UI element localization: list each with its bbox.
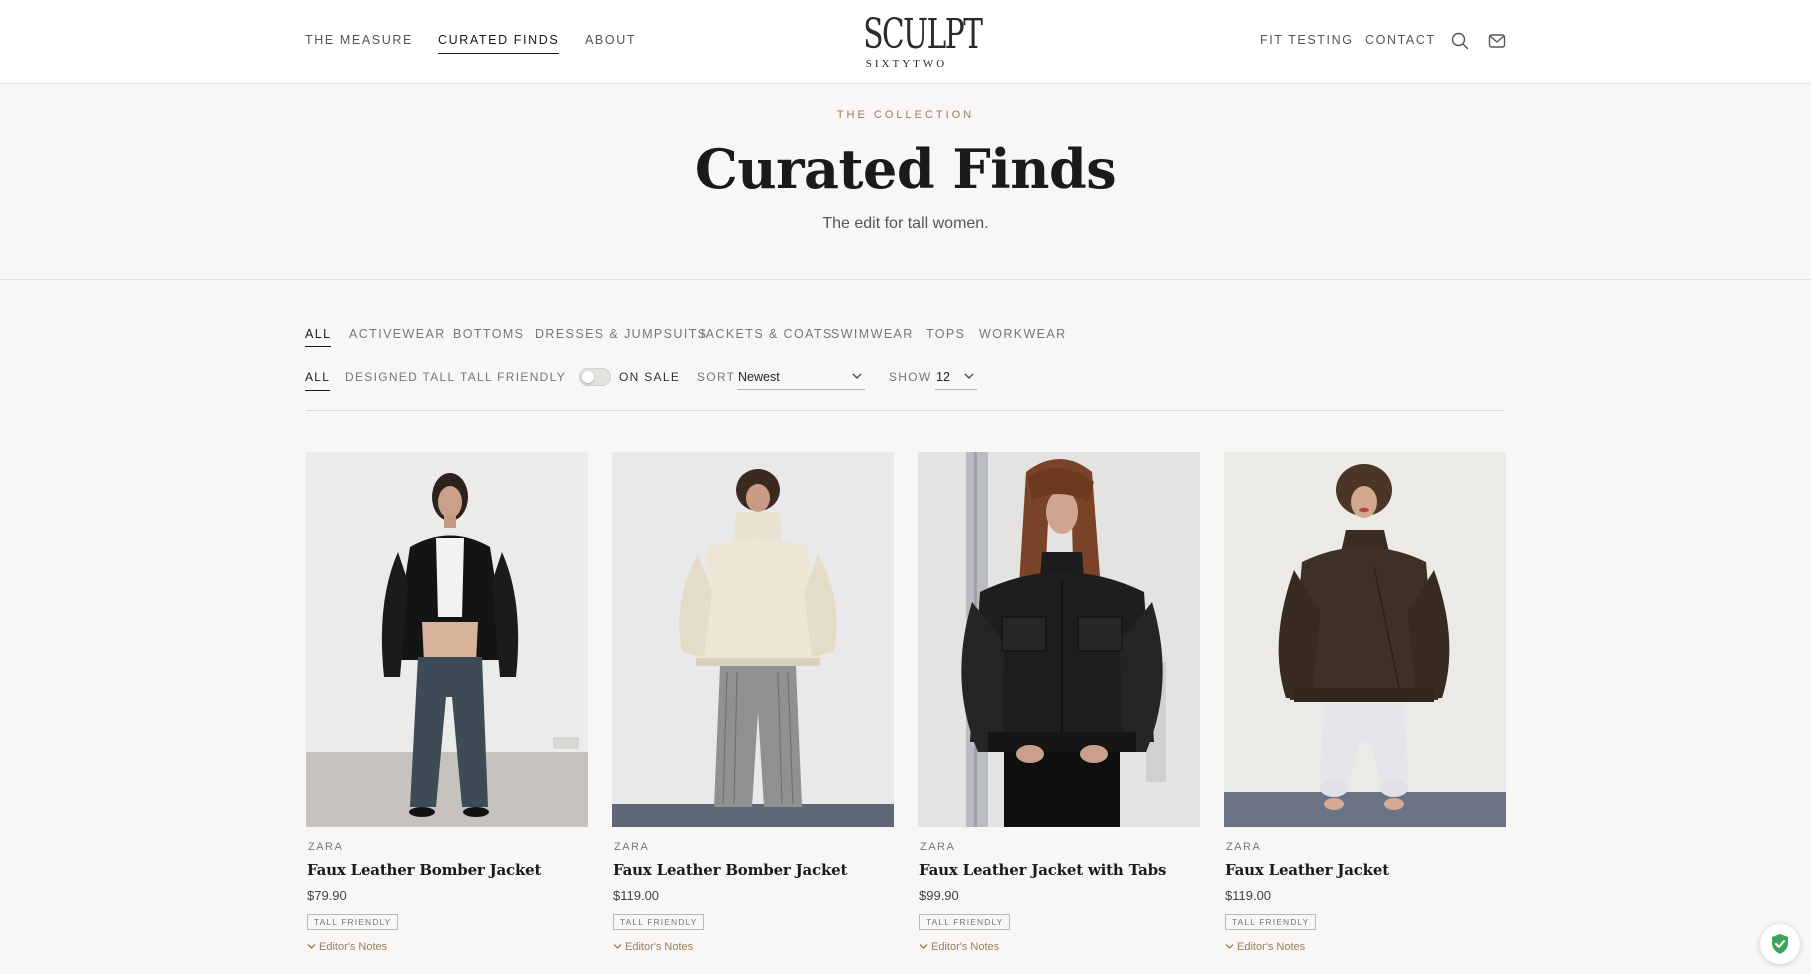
chevron-down-icon [964, 373, 974, 379]
product-name[interactable]: Faux Leather Bomber Jacket [613, 861, 847, 879]
editors-notes-toggle[interactable]: Editor's Notes [613, 941, 693, 953]
show-select[interactable]: 12 [935, 368, 977, 390]
fit-badge: TALL FRIENDLY [307, 914, 399, 930]
sort-select[interactable]: Newest [737, 368, 865, 390]
tab-workwear[interactable]: WORKWEAR [979, 327, 1067, 341]
tab-dresses-jumpsuits[interactable]: DRESSES & JUMPSUITS [535, 327, 707, 341]
sort-label: SORT [697, 370, 736, 384]
tab-activewear[interactable]: ACTIVEWEAR [349, 327, 446, 341]
editors-notes-label: Editor's Notes [319, 941, 388, 953]
filter-divider [306, 410, 1505, 411]
product-name[interactable]: Faux Leather Jacket [1225, 861, 1389, 879]
page-title: Curated Finds [694, 137, 1117, 201]
on-sale-label[interactable]: ON SALE [619, 370, 680, 384]
tab-all[interactable]: ALL [305, 327, 332, 347]
product-card[interactable]: ZARA Faux Leather Jacket with Tabs $99.9… [918, 452, 1200, 962]
nav-curated-finds[interactable]: CURATED FINDS [438, 33, 560, 54]
page-subtitle: The edit for tall women. [822, 215, 989, 232]
editors-notes-toggle[interactable]: Editor's Notes [1225, 941, 1305, 953]
chevron-down-icon [613, 944, 622, 949]
editors-notes-toggle[interactable]: Editor's Notes [307, 941, 387, 953]
toggle-knob [582, 371, 594, 383]
chevron-down-icon [307, 944, 316, 949]
product-image[interactable] [306, 452, 588, 827]
tab-bottoms[interactable]: BOTTOMS [453, 327, 524, 341]
site-logo[interactable]: SCULPT SIXTYTWO [847, 10, 983, 71]
fit-filter-all[interactable]: ALL [305, 370, 331, 391]
product-name[interactable]: Faux Leather Jacket with Tabs [919, 861, 1166, 879]
fit-filter-tall-friendly[interactable]: TALL FRIENDLY [460, 370, 566, 384]
nav-contact[interactable]: CONTACT [1365, 33, 1436, 47]
tab-jackets-coats[interactable]: JACKETS & COATS [698, 327, 833, 341]
fit-badge: TALL FRIENDLY [1225, 914, 1317, 930]
mail-icon[interactable] [1487, 31, 1507, 51]
nav-fit-testing[interactable]: FIT TESTING [1260, 33, 1354, 47]
product-brand: ZARA [308, 841, 344, 853]
chevron-down-icon [852, 373, 862, 379]
product-brand: ZARA [614, 841, 650, 853]
nav-the-measure[interactable]: THE MEASURE [305, 33, 413, 47]
privacy-shield-button[interactable] [1760, 924, 1800, 964]
fit-filter-designed-tall[interactable]: DESIGNED TALL [345, 370, 456, 384]
product-name[interactable]: Faux Leather Bomber Jacket [307, 861, 541, 879]
product-price: $99.90 [919, 888, 959, 903]
product-price: $119.00 [613, 888, 660, 903]
show-value: 12 [936, 370, 950, 384]
chevron-down-icon [919, 944, 928, 949]
editors-notes-label: Editor's Notes [625, 941, 694, 953]
tab-tops[interactable]: TOPS [926, 327, 965, 341]
show-label: SHOW [889, 370, 932, 384]
editors-notes-label: Editor's Notes [1237, 941, 1306, 953]
hero-eyebrow: THE COLLECTION [836, 109, 975, 121]
product-image[interactable] [612, 452, 894, 827]
product-price: $79.90 [307, 888, 347, 903]
editors-notes-label: Editor's Notes [931, 941, 1000, 953]
tab-swimwear[interactable]: SWIMWEAR [831, 327, 914, 341]
product-card[interactable]: ZARA Faux Leather Bomber Jacket $79.90 T… [306, 452, 588, 962]
product-image[interactable] [1224, 452, 1506, 827]
product-card[interactable]: ZARA Faux Leather Bomber Jacket $119.00 … [612, 452, 894, 962]
fit-badge: TALL FRIENDLY [613, 914, 705, 930]
on-sale-toggle[interactable] [579, 368, 611, 386]
product-price: $119.00 [1225, 888, 1272, 903]
product-brand: ZARA [920, 841, 956, 853]
product-card[interactable]: ZARA Faux Leather Jacket $119.00 TALL FR… [1224, 452, 1506, 962]
editors-notes-toggle[interactable]: Editor's Notes [919, 941, 999, 953]
sort-value: Newest [738, 370, 780, 384]
fit-badge: TALL FRIENDLY [919, 914, 1011, 930]
chevron-down-icon [1225, 944, 1234, 949]
product-image[interactable] [918, 452, 1200, 827]
hero-divider [0, 279, 1811, 280]
shield-check-icon [1772, 934, 1788, 954]
site-header: THE MEASURE CURATED FINDS ABOUT SCULPT S… [0, 0, 1811, 84]
logo-wordmark: SCULPT [863, 10, 983, 58]
product-brand: ZARA [1226, 841, 1262, 853]
logo-subtitle: SIXTYTWO [865, 58, 948, 70]
search-icon[interactable] [1450, 31, 1470, 51]
nav-about[interactable]: ABOUT [585, 33, 636, 47]
